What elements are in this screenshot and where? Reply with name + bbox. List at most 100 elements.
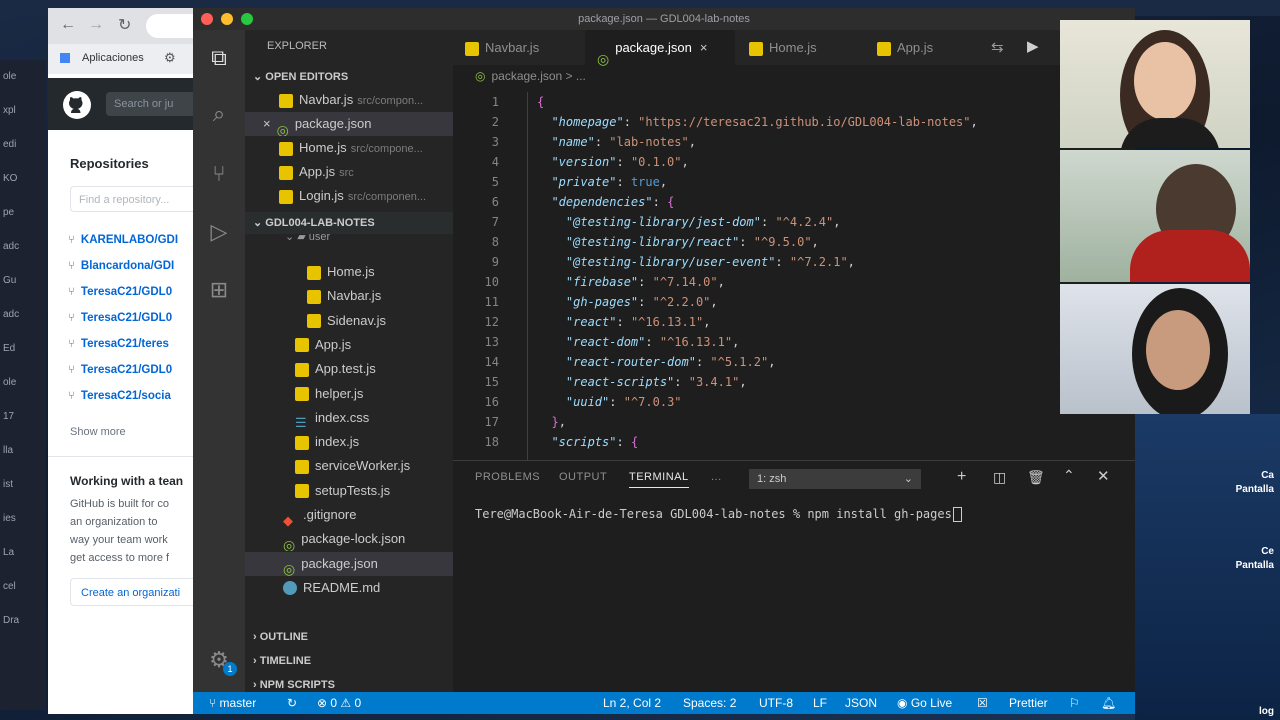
compare-changes-icon[interactable]: ⇆ [991,38,1004,56]
open-editor-item[interactable]: Home.js src/compone... [245,136,453,160]
language-status[interactable]: JSON [845,692,877,714]
broadcast-icon: ◉ [897,696,911,710]
desktop-icon-label[interactable]: Ce [1261,546,1274,557]
repo-list-item[interactable]: ⑂ TeresaC21/teres [68,338,169,350]
folder-user-partial[interactable]: ⌄ ▰ user [285,232,330,244]
eol-status[interactable]: LF [813,692,827,714]
forward-icon[interactable]: → [88,16,104,34]
repo-list-item[interactable]: ⑂ TeresaC21/GDL0 [68,286,172,298]
file-tree-item[interactable]: Sidenav.js [245,309,453,333]
encoding-status[interactable]: UTF-8 [759,692,793,714]
file-tree-item[interactable]: ◎ package-lock.json [245,527,453,551]
problems-status[interactable]: ⊗ 0 ⚠ 0 [317,692,361,714]
open-editor-item[interactable]: App.js src [245,160,453,184]
run-debug-icon[interactable]: ▷ [205,218,233,246]
feedback-icon[interactable]: ⚐ [1069,692,1080,714]
code-token: "scripts" [551,435,617,449]
repo-list-item[interactable]: ⑂ TeresaC21/GDL0 [68,364,172,376]
repo-list-item[interactable]: ⑂ TeresaC21/GDL0 [68,312,172,324]
reload-icon[interactable]: ↻ [118,15,131,35]
panel-tab-output[interactable]: OUTPUT [559,471,607,483]
line-number: 5 [491,175,499,189]
search-icon[interactable]: ⌕ [205,100,233,128]
trash-icon[interactable]: 🗑 [1027,469,1045,486]
desktop-icon-label[interactable]: log [1259,706,1274,717]
file-tree-item[interactable]: serviceWorker.js [245,454,453,478]
file-tree-item[interactable]: helper.js [245,382,453,406]
tab-app-js[interactable]: App.js [867,30,987,65]
run-icon[interactable]: ▶ [1027,37,1039,55]
file-name: App.test.js [315,361,376,377]
prettier-status[interactable]: Prettier [1009,692,1048,714]
desktop-icon-label[interactable]: Ca [1261,470,1274,481]
file-tree-item[interactable]: Navbar.js [245,284,453,308]
open-editor-item[interactable]: Navbar.js src/compon... [245,88,453,112]
indentation-status[interactable]: Spaces: 2 [683,692,736,714]
code-token: "3.4.1" [688,375,740,389]
code-token: : [775,255,790,269]
fringe-label: KO [3,173,18,184]
tab-home-js[interactable]: Home.js [735,30,867,65]
split-terminal-icon[interactable]: ◫ [993,469,1006,486]
sync-icon[interactable]: ↻ [287,692,297,714]
go-live-button[interactable]: ◉ Go Live [897,692,952,714]
file-tree-item[interactable]: App.js [245,333,453,357]
tab-package-json[interactable]: ◎ package.json × [585,30,735,67]
open-editor-item[interactable]: Login.js src/componen... [245,184,453,208]
find-repository-input[interactable]: Find a repository... [70,186,198,212]
apps-icon[interactable] [60,53,70,63]
cursor-position[interactable]: Ln 2, Col 2 [603,692,661,714]
open-editor-item[interactable]: × ◎ package.json [245,112,453,136]
close-panel-icon[interactable]: ✕ [1097,467,1110,485]
panel-tab-terminal[interactable]: TERMINAL [629,471,689,488]
panel-tab-problems[interactable]: PROBLEMS [475,471,540,483]
new-terminal-icon[interactable]: + [957,468,966,486]
panel-tab-[interactable]: ... [711,471,722,483]
outline-section[interactable]: › OUTLINE [245,626,453,648]
file-tree-item[interactable]: App.test.js [245,357,453,381]
create-organization-button[interactable]: Create an organizati [70,578,198,606]
timeline-section[interactable]: › TIMELINE [245,650,453,672]
project-section[interactable]: ⌄ GDL004-LAB-NOTES [245,212,453,234]
file-tree-item[interactable]: index.js [245,430,453,454]
branch-status[interactable]: ⑂ master [209,692,256,714]
minimize-window-button[interactable] [221,13,233,25]
file-tree-item[interactable]: ◎ package.json [245,551,453,576]
maximize-panel-icon[interactable]: ⌃ [1063,467,1075,484]
open-editors-section[interactable]: ⌄ OPEN EDITORS [245,66,453,88]
close-icon[interactable]: × [263,116,271,131]
show-more-link[interactable]: Show more [70,426,126,438]
back-icon[interactable]: ← [60,16,76,34]
source-control-icon[interactable]: ⑂ [205,160,233,188]
close-tab-icon[interactable]: × [700,40,708,55]
breadcrumb-text[interactable]: package.json > ... [491,69,585,83]
terminal-output[interactable]: Tere@MacBook-Air-de-Teresa GDL004-lab-no… [475,507,962,522]
settings-icon[interactable]: ⚙ [164,50,176,66]
bell-icon[interactable]: 🔔︎ [1101,692,1116,714]
github-search-input[interactable]: Search or ju [106,92,198,116]
fringe-label: Ed [3,343,16,354]
repo-list-item[interactable]: ⑂ Blancardona/GDI [68,260,174,272]
repo-list-item[interactable]: ⑂ KARENLABO/GDI [68,234,178,246]
file-tree-item[interactable]: setupTests.js [245,479,453,503]
file-tree-item[interactable]: Home.js [245,260,453,284]
close-window-button[interactable] [201,13,213,25]
file-tree-item[interactable]: ◆ .gitignore [245,503,453,527]
terminal-select[interactable]: 1: zsh ⌄ [749,469,921,489]
extensions-icon[interactable]: ⊞ [205,276,233,304]
fringe-label: pe [3,207,15,218]
explorer-icon[interactable]: ⧉ [205,44,233,72]
tab-navbar-js[interactable]: Navbar.js [453,30,585,65]
repo-icon: ⑂ [68,234,75,246]
maximize-window-button[interactable] [241,13,253,25]
file-tree-item[interactable]: README.md [245,576,453,600]
desktop-icon-label[interactable]: Pantalla [1236,484,1274,495]
repo-list-item[interactable]: ⑂ TeresaC21/socia [68,390,171,402]
address-bar[interactable] [146,14,198,38]
code-editor[interactable]: 1 {2 "homepage": "https://teresac21.githu… [453,92,1135,460]
apps-bookmark[interactable]: Aplicaciones [82,52,144,64]
github-logo-icon[interactable] [62,90,92,120]
desktop-icon-label[interactable]: Pantalla [1236,560,1274,571]
file-tree-item[interactable]: ☰ index.css [245,406,453,430]
